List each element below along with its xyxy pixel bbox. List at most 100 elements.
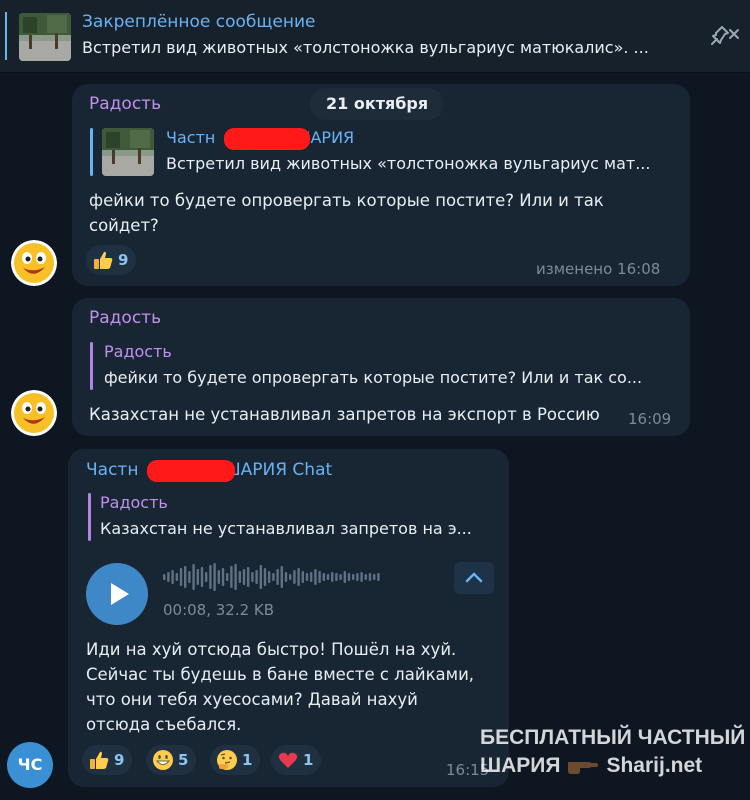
play-icon bbox=[111, 583, 129, 605]
reply-thumbnail bbox=[102, 128, 154, 176]
red-heart-icon bbox=[277, 749, 299, 771]
reaction-count: 5 bbox=[178, 751, 189, 769]
waveform-bar bbox=[280, 566, 283, 588]
avatar[interactable] bbox=[11, 240, 57, 286]
waveform-bar bbox=[364, 574, 367, 580]
pinned-text: Встретил вид животных «толстоножка вульг… bbox=[82, 38, 649, 57]
waveform-bar bbox=[234, 564, 237, 590]
waveform-bar bbox=[297, 568, 300, 586]
waveform-bar bbox=[360, 572, 363, 582]
grinning-face-icon bbox=[152, 749, 174, 771]
message-author[interactable]: Радость bbox=[89, 94, 161, 114]
reply-author-prefix: Частн bbox=[166, 128, 216, 147]
message-time: изменено 16:08 bbox=[536, 260, 661, 278]
reply-indicator bbox=[88, 493, 91, 541]
waveform-bar bbox=[343, 571, 346, 583]
message-text: фейки то будете опровергать которые пост… bbox=[89, 191, 604, 235]
waveform-bar bbox=[310, 572, 313, 582]
waveform-bar bbox=[230, 566, 233, 588]
watermark-line-1: БЕСПЛАТНЫЙ ЧАСТНЫЙ bbox=[480, 726, 746, 749]
voice-waveform[interactable] bbox=[163, 562, 383, 592]
waveform-bar bbox=[200, 567, 204, 587]
waveform-bar bbox=[293, 570, 296, 584]
waveform-bar bbox=[322, 573, 325, 581]
watermark: БЕСПЛАТНЫЙ ЧАСТНЫЙ ШАРИЯ Sharij.net bbox=[480, 724, 750, 780]
waveform-bar bbox=[339, 574, 342, 580]
avatar[interactable] bbox=[11, 390, 57, 436]
date-badge: 21 октября bbox=[310, 88, 445, 120]
waveform-bar bbox=[255, 570, 258, 584]
waveform-bar bbox=[238, 571, 241, 583]
author-suffix: ШАРИЯ Chat bbox=[222, 460, 333, 480]
pointing-hand-icon bbox=[566, 756, 600, 776]
waveform-bar bbox=[272, 573, 275, 581]
reaction-grinning[interactable]: 5 bbox=[146, 745, 197, 775]
reaction-count: 1 bbox=[242, 751, 253, 769]
reply-text: Встретил вид животных «толстоножка вульг… bbox=[166, 154, 651, 173]
waveform-bar bbox=[247, 567, 250, 587]
message-bubble[interactable]: Частн ШАРИЯ Chat Радость Казахстан не уст… bbox=[68, 449, 509, 787]
voice-duration-size: 00:08, 32.2 KB bbox=[163, 601, 275, 619]
waveform-bar bbox=[352, 574, 355, 580]
waveform-bar bbox=[242, 569, 246, 585]
waveform-bar bbox=[301, 571, 304, 583]
reply-author[interactable]: Радость bbox=[104, 342, 172, 361]
waveform-bar bbox=[163, 574, 166, 580]
waveform-bar bbox=[289, 574, 292, 580]
waveform-bar bbox=[221, 568, 225, 586]
waveform-bar bbox=[356, 573, 359, 581]
watermark-line-2b: Sharij.net bbox=[606, 754, 703, 777]
waveform-bar bbox=[192, 564, 195, 590]
reaction-count: 9 bbox=[114, 751, 125, 769]
waveform-bar bbox=[318, 571, 321, 583]
waveform-bar bbox=[368, 573, 372, 581]
reaction-thumbs-up[interactable]: 9 bbox=[82, 745, 133, 775]
waveform-bar bbox=[347, 573, 351, 581]
reaction-heart[interactable]: 1 bbox=[271, 745, 322, 775]
reply-text: фейки то будете опровергать которые пост… bbox=[104, 368, 643, 387]
waveform-bar bbox=[167, 572, 170, 582]
play-button[interactable] bbox=[86, 563, 148, 625]
redaction-mark bbox=[224, 128, 310, 150]
pinned-indicator bbox=[5, 12, 7, 60]
watermark-line-2: ШАРИЯ Sharij.net bbox=[480, 752, 750, 780]
waveform-bar bbox=[377, 573, 380, 581]
reply-indicator bbox=[90, 342, 93, 390]
reply-text: Казахстан не устанавливал запретов на э.… bbox=[100, 519, 472, 538]
pinned-thumbnail bbox=[19, 13, 71, 61]
waveform-bar bbox=[305, 573, 309, 581]
reply-indicator bbox=[90, 128, 93, 176]
waveform-bar bbox=[196, 569, 199, 585]
waveform-bar bbox=[226, 573, 229, 581]
collapse-transcription-button[interactable] bbox=[454, 562, 494, 594]
unpin-icon[interactable] bbox=[706, 24, 740, 50]
waveform-bar bbox=[188, 571, 191, 583]
waveform-bar bbox=[213, 563, 216, 591]
avatar[interactable]: ЧС bbox=[7, 742, 53, 788]
message-time: 16:09 bbox=[628, 410, 672, 428]
waveform-bar bbox=[175, 573, 178, 581]
pinned-message-bar[interactable]: Закреплённое сообщение Встретил вид живо… bbox=[0, 0, 750, 73]
message-text: Казахстан не устанавливал запретов на эк… bbox=[89, 405, 600, 424]
message-text: Иди на хуй отсюда быстро! Пошёл на хуй. … bbox=[86, 640, 475, 734]
waveform-bar bbox=[268, 571, 271, 583]
waveform-bar bbox=[276, 569, 279, 585]
reply-author[interactable]: Радость bbox=[100, 493, 168, 512]
thinking-face-icon bbox=[216, 749, 238, 771]
reaction-thinking[interactable]: 1 bbox=[210, 745, 261, 775]
pinned-title: Закреплённое сообщение bbox=[82, 12, 316, 32]
waveform-bar bbox=[331, 572, 334, 582]
waveform-bar bbox=[373, 574, 376, 580]
waveform-bar bbox=[263, 568, 267, 586]
thumbs-up-icon bbox=[92, 249, 114, 271]
chevron-up-icon bbox=[465, 572, 483, 583]
waveform-bar bbox=[335, 573, 338, 581]
waveform-bar bbox=[205, 572, 208, 582]
waveform-bar bbox=[326, 574, 330, 580]
message-bubble[interactable]: Радость Радость фейки то будете опроверг… bbox=[72, 298, 690, 436]
message-author[interactable]: Радость bbox=[89, 308, 161, 328]
redaction-mark bbox=[147, 460, 235, 482]
thumbs-up-icon bbox=[88, 749, 110, 771]
reaction-thumbs-up[interactable]: 9 bbox=[86, 245, 137, 275]
reaction-count: 1 bbox=[303, 751, 314, 769]
